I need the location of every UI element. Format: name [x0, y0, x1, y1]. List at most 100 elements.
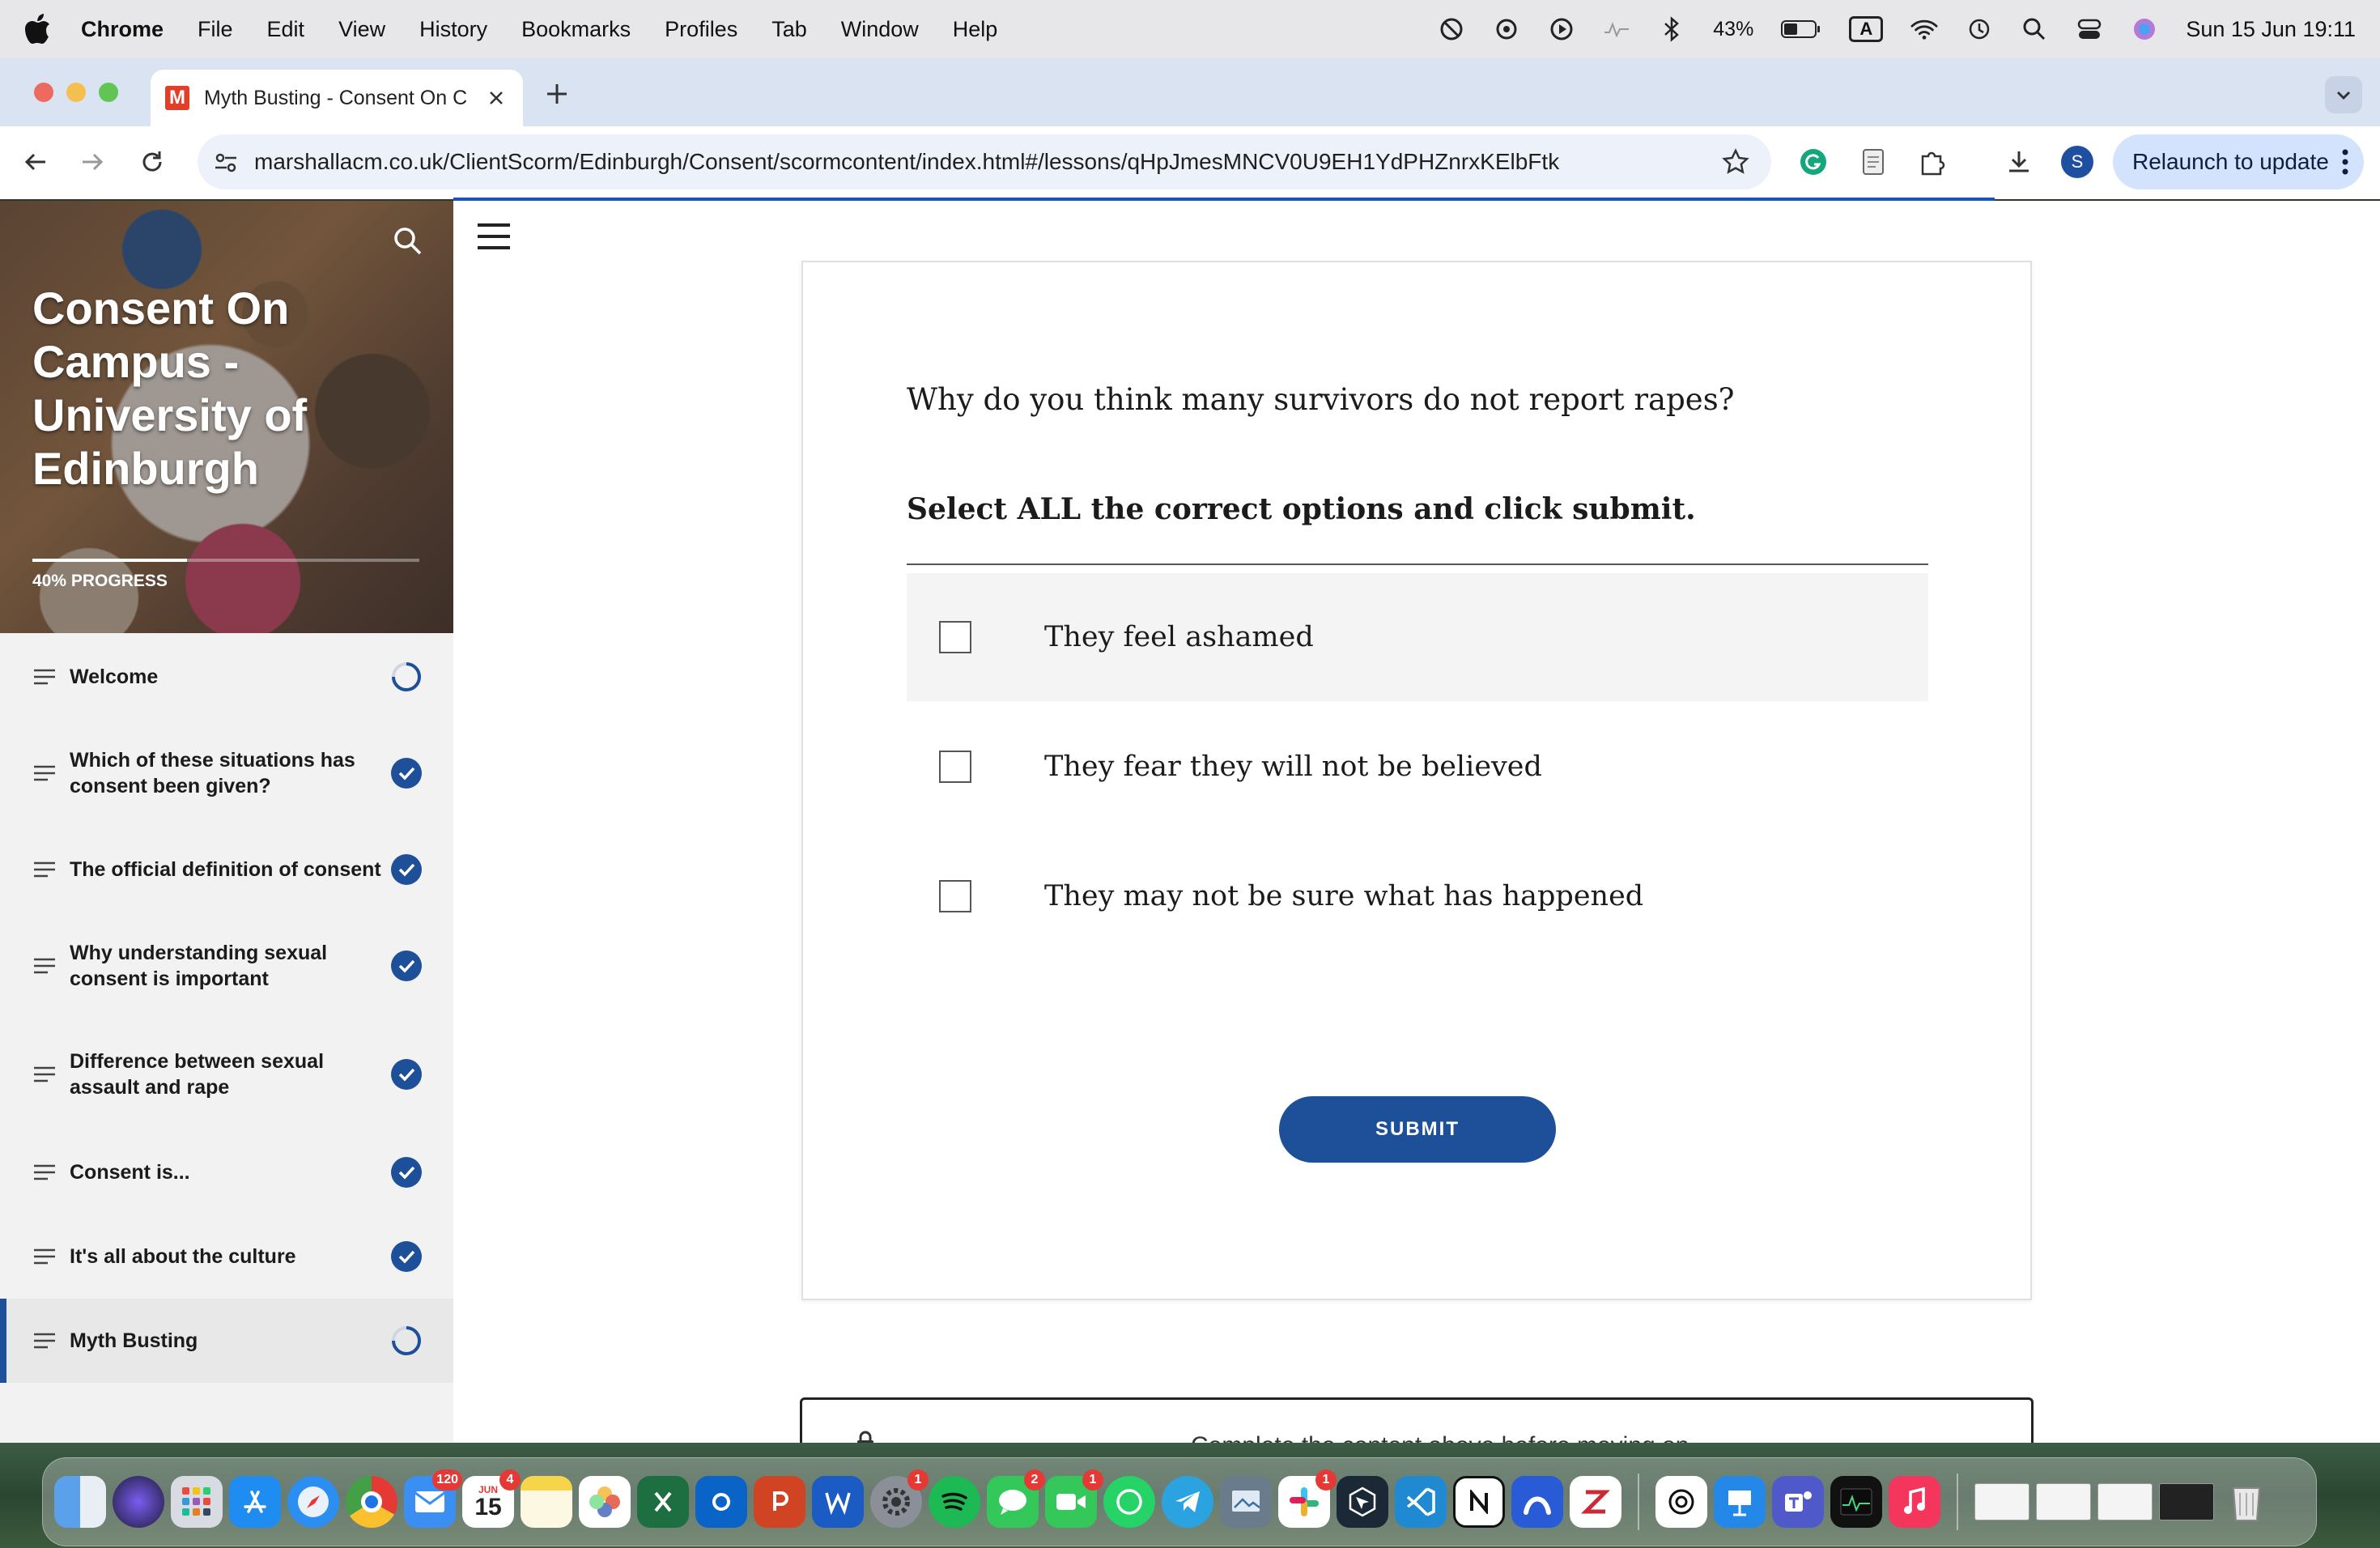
- extensions-puzzle-icon[interactable]: [1915, 146, 1948, 178]
- messages-icon[interactable]: 2: [987, 1469, 1045, 1528]
- preview-icon[interactable]: [1220, 1476, 1272, 1528]
- address-bar[interactable]: marshallacm.co.uk/ClientScorm/Edinburgh/…: [198, 134, 1771, 189]
- lesson-item[interactable]: Consent is...: [0, 1130, 453, 1214]
- teams-icon[interactable]: [1772, 1476, 1824, 1528]
- quiz-option[interactable]: They feel ashamed: [907, 573, 1928, 701]
- siri-dock-icon[interactable]: [113, 1476, 164, 1528]
- back-button[interactable]: [18, 144, 53, 180]
- relaunch-to-update-button[interactable]: Relaunch to update: [2113, 134, 2364, 189]
- menu-tab[interactable]: Tab: [771, 17, 807, 42]
- battery-icon[interactable]: [1781, 15, 1821, 43]
- settings-badge: 1: [907, 1469, 929, 1491]
- lesson-item[interactable]: Difference between sexual assault and ra…: [0, 1019, 453, 1130]
- chatgpt-icon[interactable]: [1493, 15, 1520, 43]
- lesson-item[interactable]: Myth Busting: [0, 1299, 453, 1383]
- outlook-icon[interactable]: [695, 1476, 747, 1528]
- menu-bookmarks[interactable]: Bookmarks: [521, 17, 631, 42]
- window-close-button[interactable]: [34, 83, 53, 102]
- site-settings-icon[interactable]: [210, 147, 241, 178]
- menu-view[interactable]: View: [338, 17, 385, 42]
- minimized-window-thumbnail[interactable]: [2159, 1483, 2214, 1520]
- menu-edit[interactable]: Edit: [267, 17, 305, 42]
- arc-icon[interactable]: [1511, 1476, 1563, 1528]
- slack-icon[interactable]: 1: [1278, 1469, 1337, 1528]
- excel-icon[interactable]: [637, 1476, 689, 1528]
- reading-mode-icon[interactable]: [1857, 146, 1889, 178]
- window-zoom-button[interactable]: [99, 83, 118, 102]
- lesson-item[interactable]: Welcome: [0, 633, 453, 721]
- cursor-app-icon[interactable]: [1337, 1476, 1388, 1528]
- finder-icon[interactable]: [54, 1476, 106, 1528]
- activity-monitor-icon[interactable]: [1830, 1476, 1882, 1528]
- bluetooth-icon[interactable]: [1658, 15, 1685, 43]
- apple-icon[interactable]: [24, 14, 53, 45]
- spotlight-search-icon[interactable]: [2021, 15, 2048, 43]
- menu-clock[interactable]: Sun 15 Jun 19:11: [2186, 17, 2356, 42]
- control-center-icon[interactable]: [2076, 15, 2103, 43]
- downloads-icon[interactable]: [2003, 146, 2035, 178]
- grammarly-icon[interactable]: [1797, 146, 1830, 178]
- chrome-icon[interactable]: [346, 1476, 397, 1528]
- music-icon[interactable]: [1889, 1476, 1940, 1528]
- telegram-icon[interactable]: [1162, 1476, 1213, 1528]
- calendar-icon[interactable]: JUN 15 4: [462, 1469, 521, 1528]
- option-checkbox[interactable]: [939, 621, 971, 653]
- wifi-icon[interactable]: [1910, 15, 1938, 43]
- word-icon[interactable]: [812, 1476, 864, 1528]
- mail-icon[interactable]: 120: [404, 1469, 462, 1528]
- chatgpt-dock-icon[interactable]: [1655, 1476, 1707, 1528]
- time-machine-icon[interactable]: [1966, 15, 1993, 43]
- vscode-icon[interactable]: [1395, 1476, 1447, 1528]
- lesson-item[interactable]: The official definition of consent: [0, 826, 453, 913]
- tab-search-button[interactable]: [2325, 76, 2362, 113]
- notes-icon[interactable]: [521, 1476, 572, 1528]
- reload-button[interactable]: [134, 144, 170, 180]
- window-minimize-button[interactable]: [66, 83, 86, 102]
- activity-icon[interactable]: [1603, 15, 1630, 43]
- spotify-icon[interactable]: [929, 1476, 980, 1528]
- lock-icon: [854, 1431, 877, 1443]
- input-source-icon[interactable]: A: [1849, 16, 1884, 42]
- notion-icon[interactable]: [1453, 1476, 1505, 1528]
- menu-window[interactable]: Window: [841, 17, 919, 42]
- menu-app-chrome[interactable]: Chrome: [81, 17, 164, 42]
- powerpoint-icon[interactable]: [754, 1476, 805, 1528]
- quiz-option[interactable]: They fear they will not be believed: [907, 703, 1928, 831]
- forward-button[interactable]: [74, 144, 110, 180]
- play-icon[interactable]: [1548, 15, 1575, 43]
- zotero-icon[interactable]: [1570, 1476, 1621, 1528]
- new-tab-plus-icon[interactable]: [541, 78, 573, 110]
- safari-icon[interactable]: [287, 1476, 339, 1528]
- focus-icon[interactable]: [1438, 15, 1465, 43]
- trash-icon[interactable]: [2221, 1476, 2272, 1528]
- hamburger-menu-icon[interactable]: [476, 222, 512, 251]
- option-checkbox[interactable]: [939, 751, 971, 783]
- menu-profiles[interactable]: Profiles: [665, 17, 737, 42]
- lesson-item[interactable]: Which of these situations has consent be…: [0, 721, 453, 826]
- facetime-icon[interactable]: 1: [1045, 1469, 1103, 1528]
- lesson-item[interactable]: Why understanding sexual consent is impo…: [0, 913, 453, 1019]
- quiz-option[interactable]: They may not be sure what has happened: [907, 832, 1928, 960]
- system-settings-icon[interactable]: 1: [870, 1469, 929, 1528]
- lesson-item[interactable]: It's all about the culture: [0, 1214, 453, 1299]
- submit-button[interactable]: SUBMIT: [1279, 1096, 1556, 1163]
- minimized-window-thumbnail[interactable]: [1974, 1483, 2029, 1520]
- siri-icon[interactable]: [2131, 15, 2158, 43]
- minimized-window-thumbnail[interactable]: [2036, 1483, 2091, 1520]
- keynote-icon[interactable]: [1714, 1476, 1766, 1528]
- more-vertical-icon[interactable]: [2341, 148, 2349, 176]
- bookmark-star-icon[interactable]: [1721, 147, 1750, 176]
- menu-history[interactable]: History: [419, 17, 487, 42]
- photos-icon[interactable]: [579, 1476, 631, 1528]
- launchpad-icon[interactable]: [171, 1476, 223, 1528]
- profile-avatar[interactable]: S: [2061, 146, 2093, 178]
- whatsapp-icon[interactable]: [1103, 1476, 1155, 1528]
- close-tab-icon[interactable]: [484, 86, 508, 110]
- browser-tab-active[interactable]: M Myth Busting - Consent On C: [151, 70, 523, 126]
- search-icon[interactable]: [392, 225, 424, 257]
- option-checkbox[interactable]: [939, 880, 971, 912]
- menu-help[interactable]: Help: [953, 17, 998, 42]
- menu-file[interactable]: File: [198, 17, 233, 42]
- minimized-window-thumbnail[interactable]: [2097, 1483, 2153, 1520]
- app-store-icon[interactable]: [229, 1476, 281, 1528]
